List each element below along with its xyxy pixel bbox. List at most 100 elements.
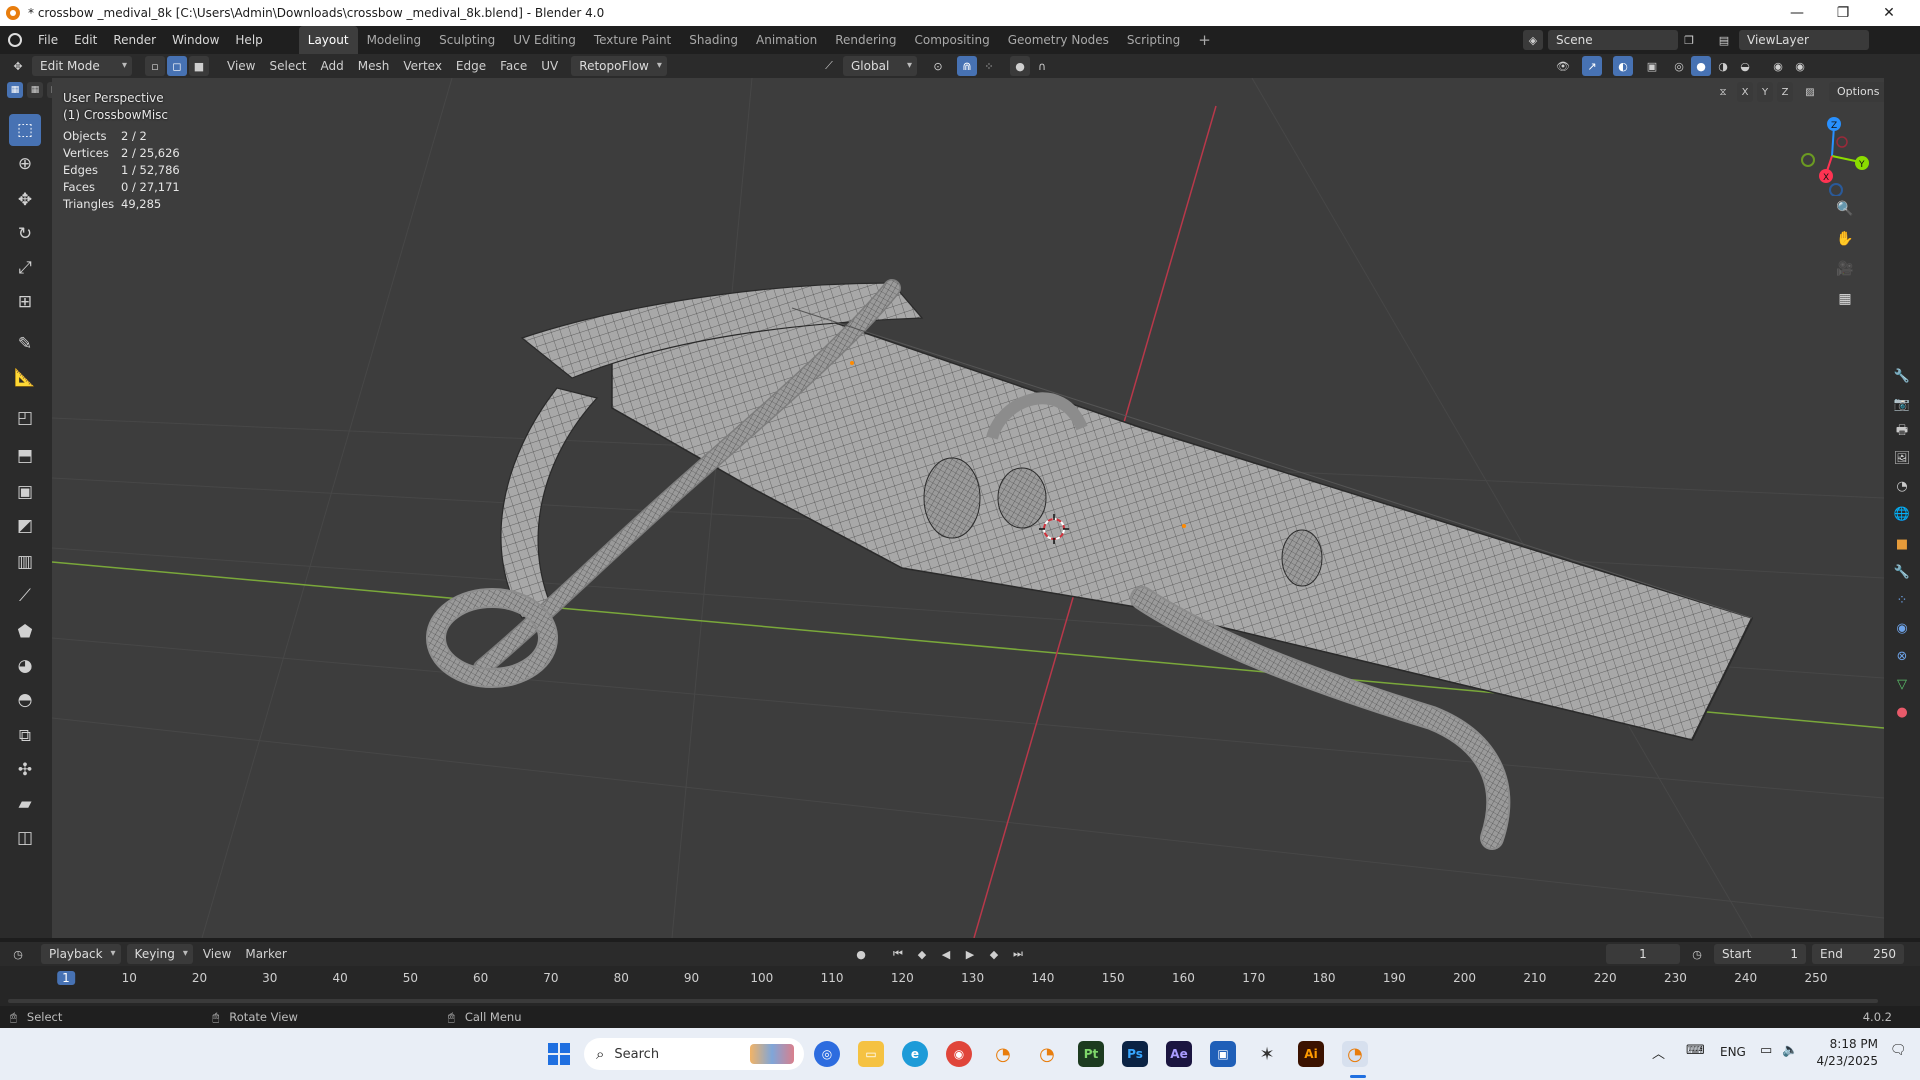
photoshop-icon[interactable]: Ps [1122,1041,1148,1067]
close-icon[interactable]: ✕ [1866,0,1912,26]
modifier-properties-icon[interactable]: 🔧 [1893,564,1911,582]
cursor-tool-icon[interactable]: ⊕ [9,148,41,180]
menu-uv[interactable]: UV [534,55,565,77]
options-dropdown[interactable]: Options [1829,82,1884,102]
select-extend-icon[interactable]: ▦ [27,82,43,98]
next-keyframe-icon[interactable]: ◆ [984,944,1004,964]
mirror-icon[interactable]: ⧖ [1713,82,1733,102]
menu-edge[interactable]: Edge [449,55,493,77]
current-frame-marker[interactable]: 1 [57,971,75,985]
orientation-dropdown[interactable]: Global [843,56,917,76]
language-indicator[interactable]: ENG [1720,1045,1746,1059]
overlay-icon[interactable]: ◐ [1613,56,1633,76]
ortho-grid-icon[interactable]: ▦ [1832,286,1858,312]
mirror-x-toggle[interactable]: X [1737,82,1753,102]
smooth-tool-icon[interactable]: ◓ [9,684,41,716]
taskbar-clock[interactable]: 8:18 PM 4/23/2025 [1812,1036,1878,1070]
solid-shading-icon[interactable]: ● [1691,56,1711,76]
tab-animation[interactable]: Animation [747,26,826,54]
mirror-z-toggle[interactable]: Z [1777,82,1793,102]
move-tool-icon[interactable]: ✥ [9,184,41,216]
illustrator-icon[interactable]: Ai [1298,1041,1324,1067]
file-explorer-icon[interactable]: ▭ [858,1041,884,1067]
pan-hand-icon[interactable]: ✋ [1832,226,1858,252]
transform-orientation-icon[interactable]: ⟋ [819,56,839,76]
shear-tool-icon[interactable]: ▰ [9,788,41,820]
chrome-icon[interactable]: ◉ [946,1041,972,1067]
scene-properties-icon[interactable]: ◔ [1893,478,1911,496]
auto-merge-icon[interactable]: ▨ [1800,82,1820,102]
notification-icon[interactable]: 🗨 [1890,1043,1907,1058]
tab-compositing[interactable]: Compositing [905,26,998,54]
world-properties-icon[interactable]: 🌐 [1893,506,1911,524]
spin-tool-icon[interactable]: ◕ [9,650,41,682]
object-properties-icon[interactable]: ■ [1893,536,1911,554]
add-cube-tool-icon[interactable]: ◰ [9,402,41,434]
tab-scripting[interactable]: Scripting [1118,26,1189,54]
3d-viewport[interactable]: User Perspective (1) CrossbowMisc Object… [52,78,1884,938]
inset-tool-icon[interactable]: ▣ [9,476,41,508]
menu-render[interactable]: Render [105,26,164,54]
transform-tool-icon[interactable]: ⊞ [9,286,41,318]
navigation-gizmo[interactable]: Z Y X [1792,116,1872,196]
tab-layout[interactable]: Layout [298,26,358,54]
tab-sculpting[interactable]: Sculpting [430,26,504,54]
scale-tool-icon[interactable]: ⤢ [9,252,41,284]
marker-menu[interactable]: Marker [238,943,293,965]
network-icon[interactable]: ▭ [1760,1043,1772,1058]
taskbar-search-box[interactable]: ⌕ Search [584,1038,804,1070]
bevel-tool-icon[interactable]: ◩ [9,510,41,542]
retopoflow-dropdown[interactable]: RetopoFlow [571,56,667,76]
menu-select[interactable]: Select [262,55,313,77]
editor-type-icon[interactable]: ✥ [8,56,28,76]
start-frame-field[interactable]: Start 1 [1714,944,1806,964]
rotate-tool-icon[interactable]: ↻ [9,218,41,250]
annotate-tool-icon[interactable]: ✎ [9,328,41,360]
view-layer-properties-icon[interactable]: 🖼 [1893,450,1911,468]
timeline-editor-icon[interactable]: ◷ [8,944,28,964]
tray-chevron-icon[interactable]: ︿ [1652,1043,1665,1062]
vertex-select-icon[interactable]: ▫ [145,56,165,76]
tab-rendering[interactable]: Rendering [826,26,905,54]
blender-app-icon[interactable]: ◔ [990,1041,1016,1067]
visibility-icon[interactable]: 👁 [1553,56,1573,76]
menu-window[interactable]: Window [164,26,227,54]
pivot-icon[interactable]: ⊙ [928,56,948,76]
tool-properties-icon[interactable]: 🔧 [1893,368,1911,386]
rendered-shading-icon[interactable]: ◒ [1735,56,1755,76]
select-box-tool-icon[interactable]: ⬚ [9,114,41,146]
crossbow-mesh[interactable] [426,279,1754,850]
menu-vertex[interactable]: Vertex [396,55,449,77]
scene-name-field[interactable]: Scene [1548,30,1678,50]
menu-face[interactable]: Face [493,55,534,77]
scene-icon[interactable]: ◈ [1523,30,1543,50]
gizmo-icon[interactable]: ↗ [1582,56,1602,76]
zbrush-icon[interactable]: ✶ [1254,1041,1280,1067]
knife-tool-icon[interactable]: ⟋ [9,580,41,612]
store-icon[interactable]: ▣ [1210,1041,1236,1067]
proportional-edit-icon[interactable]: ● [1010,56,1030,76]
material-shading-icon[interactable]: ◑ [1713,56,1733,76]
mode-dropdown[interactable]: Edit Mode [32,56,132,76]
prev-keyframe-icon[interactable]: ◆ [912,944,932,964]
menu-view[interactable]: View [220,55,262,77]
select-new-icon[interactable]: ▦ [7,82,23,98]
shrink-fatten-tool-icon[interactable]: ✣ [9,754,41,786]
view-layer-icon[interactable]: ▤ [1714,30,1734,50]
minimize-icon[interactable]: — [1774,0,1820,26]
new-scene-icon[interactable]: ❐ [1679,30,1699,50]
material-properties-icon[interactable]: ● [1893,704,1911,722]
edge-browser-icon[interactable]: e [902,1041,928,1067]
timeline-ruler[interactable]: 1 10 20 30 40 50 60 70 80 90 100 110 120 130 140 150 160… [0,966,1920,1006]
blender-active-icon[interactable]: ◔ [1342,1041,1368,1067]
jump-end-icon[interactable]: ⏭ [1008,944,1028,964]
tab-shading[interactable]: Shading [680,26,747,54]
menu-file[interactable]: File [30,26,66,54]
playback-menu[interactable]: Playback [41,944,121,964]
camera-view-icon[interactable]: 🎥 [1832,256,1858,282]
keying-menu[interactable]: Keying [126,944,193,964]
play-icon[interactable]: ▶ [960,944,980,964]
timeline-scrollbar[interactable] [8,999,1878,1003]
jump-start-icon[interactable]: ⏮ [888,944,908,964]
end-frame-field[interactable]: End 250 [1812,944,1904,964]
